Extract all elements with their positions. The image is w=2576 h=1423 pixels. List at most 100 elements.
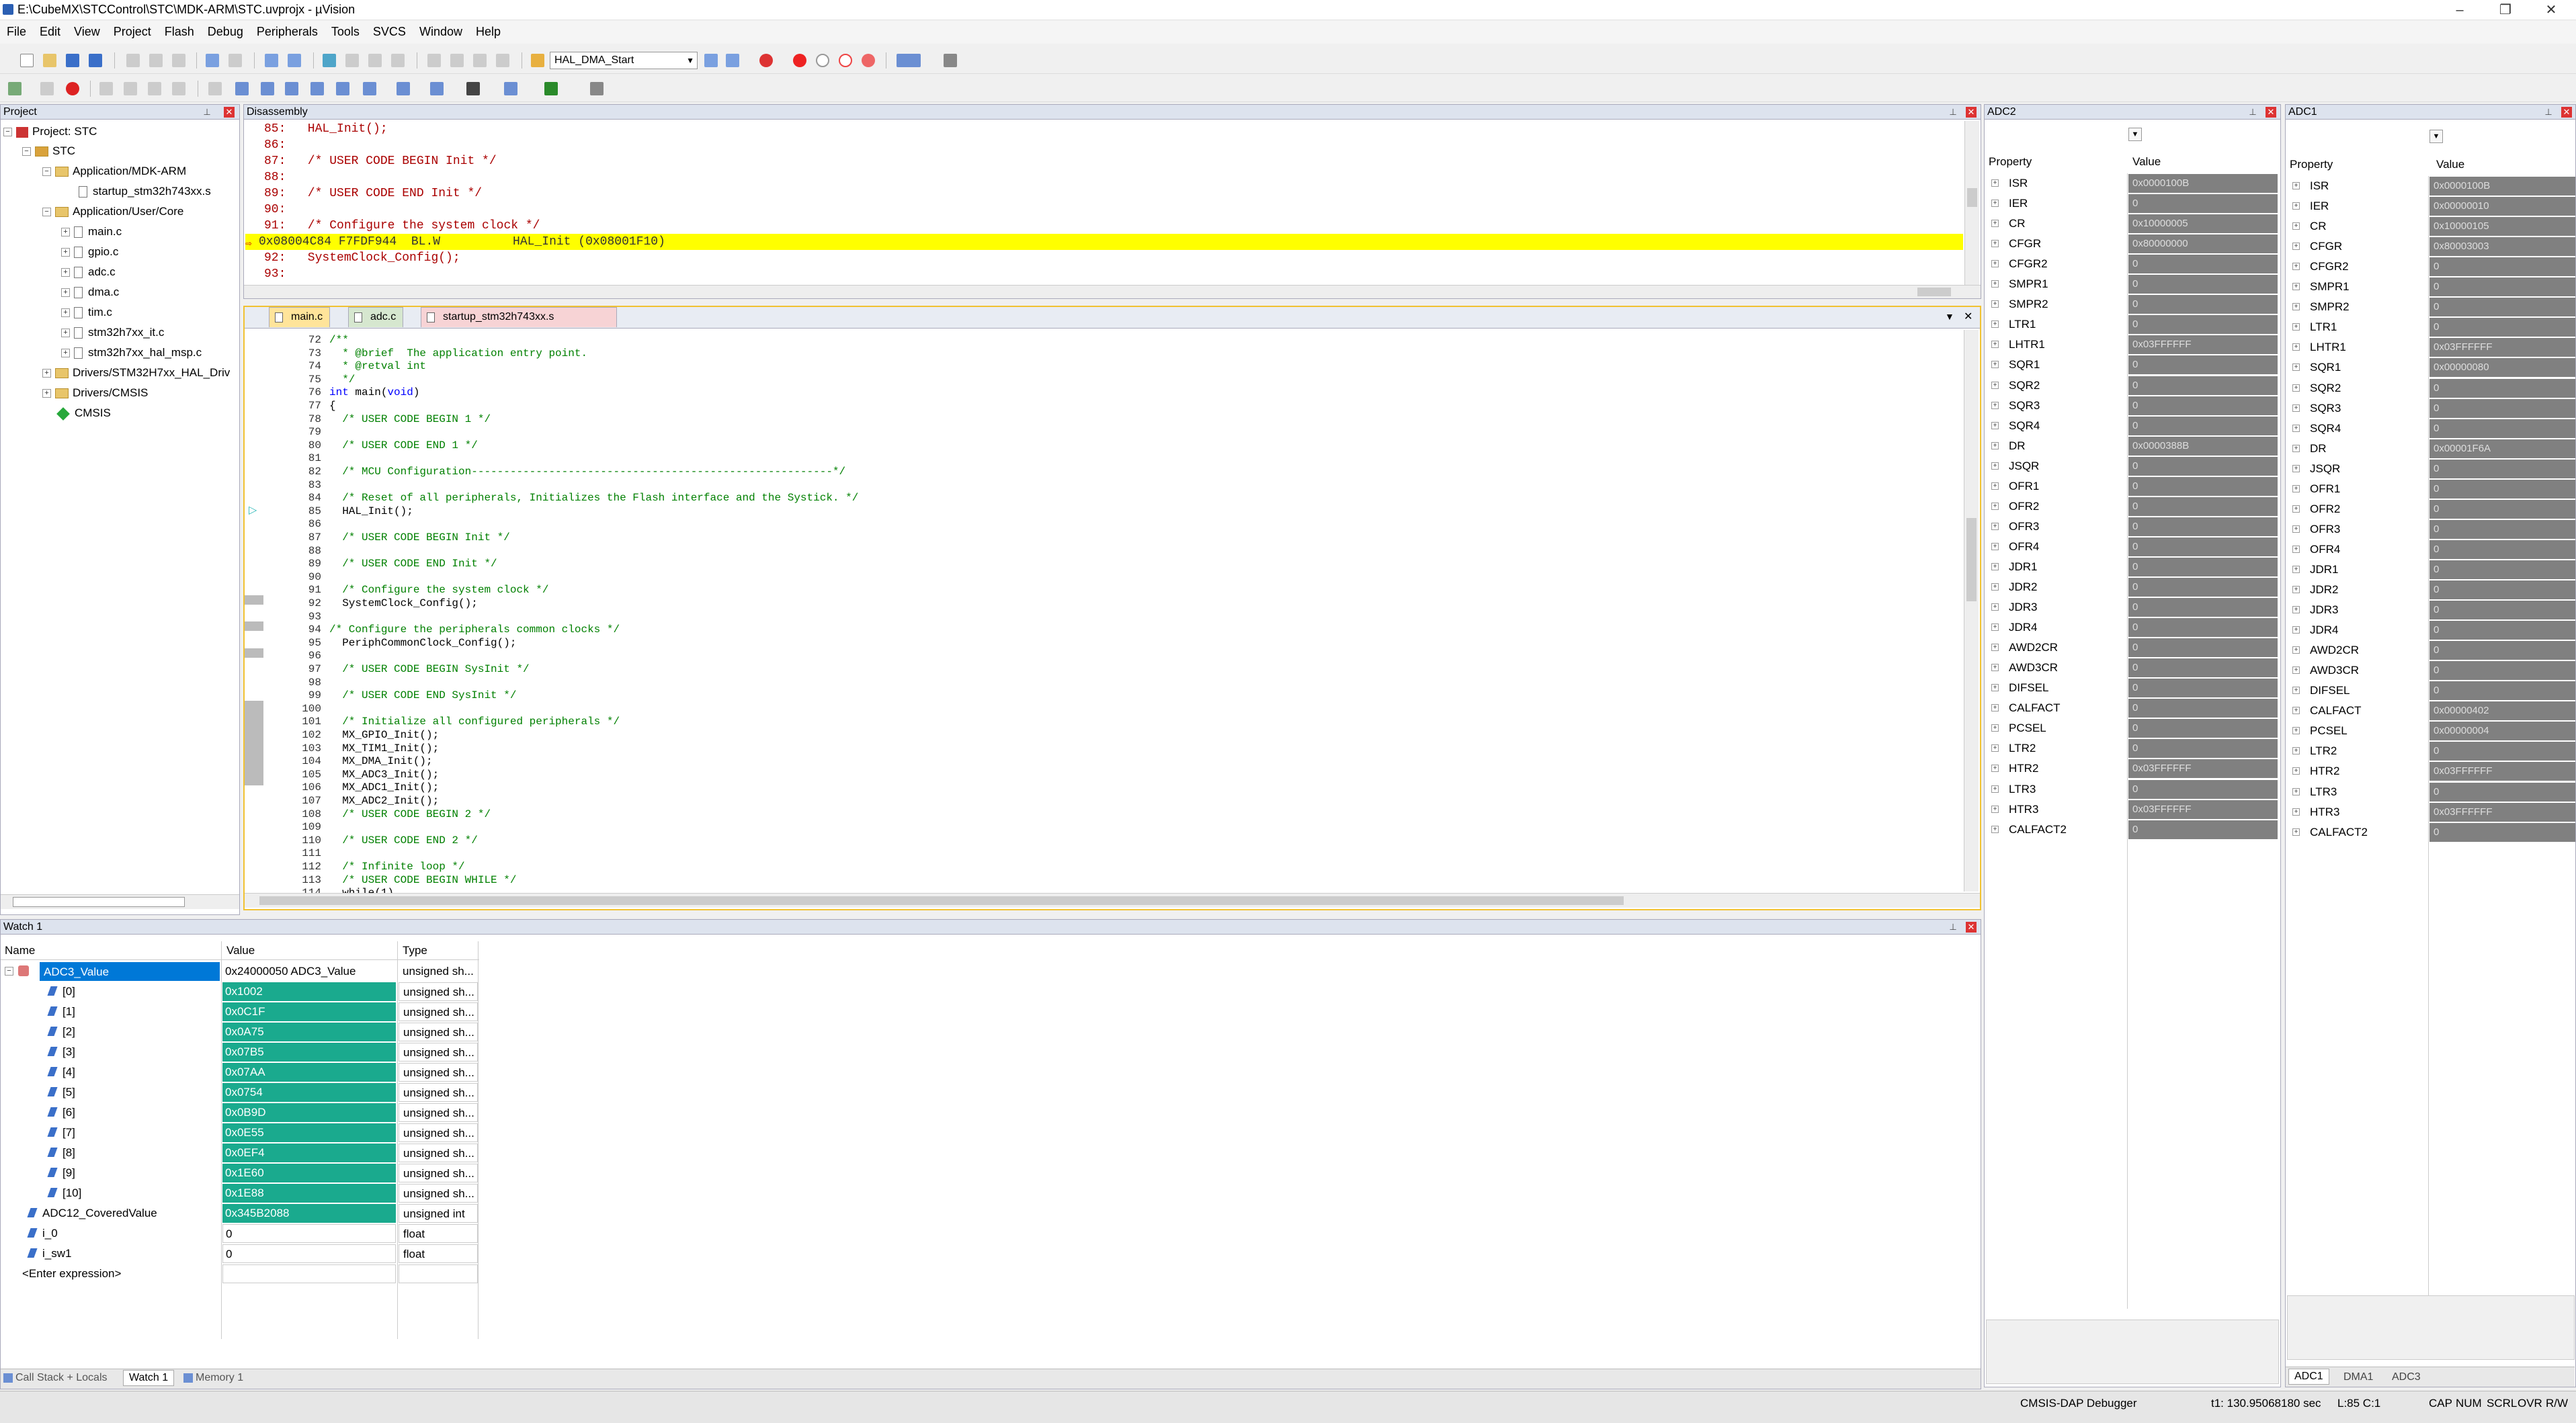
menu-debug[interactable]: Debug bbox=[201, 21, 250, 44]
register-row[interactable]: + JDR3 0 bbox=[1985, 597, 2280, 617]
pin-icon[interactable]: ⊥ bbox=[1948, 107, 1958, 118]
watch-variable[interactable]: ADC12_CoveredValue 0x345B2088 unsigned int bbox=[1, 1203, 479, 1223]
menu-help[interactable]: Help bbox=[469, 21, 507, 44]
project-hscrollbar[interactable] bbox=[1, 894, 239, 909]
register-value[interactable]: 0 bbox=[2128, 578, 2278, 597]
register-row[interactable]: + SMPR1 0 bbox=[1985, 274, 2280, 294]
toolbox-icon[interactable] bbox=[590, 82, 604, 95]
nav-back-icon[interactable] bbox=[265, 54, 278, 67]
register-row[interactable]: + JSQR 0 bbox=[2286, 459, 2575, 479]
configure-icon[interactable] bbox=[944, 54, 957, 67]
serial-window-icon[interactable] bbox=[430, 82, 444, 95]
tab-dma1[interactable]: DMA1 bbox=[2338, 1370, 2378, 1385]
find-in-files-icon[interactable] bbox=[531, 54, 544, 67]
register-row[interactable]: + CFGR2 0 bbox=[1985, 254, 2280, 274]
menu-edit[interactable]: Edit bbox=[33, 21, 67, 44]
watch-array-element[interactable]: [6] 0x0B9D unsigned sh... bbox=[1, 1103, 479, 1123]
watch-array-element[interactable]: [8] 0x0EF4 unsigned sh... bbox=[1, 1143, 479, 1163]
collapse-icon[interactable]: − bbox=[42, 208, 51, 217]
register-value[interactable]: 0 bbox=[2128, 679, 2278, 698]
editor-vscrollbar[interactable] bbox=[1964, 330, 1979, 892]
register-value[interactable]: 0 bbox=[2128, 739, 2278, 759]
bookmark-icon[interactable] bbox=[323, 54, 336, 67]
scroll-thumb[interactable] bbox=[1967, 188, 1977, 207]
tree-file-msp[interactable]: + stm32h7xx_hal_msp.c bbox=[61, 343, 202, 362]
tab-list-icon[interactable]: ▼ bbox=[1945, 311, 1954, 322]
menu-flash[interactable]: Flash bbox=[158, 21, 201, 44]
incremental-find-icon[interactable] bbox=[726, 54, 739, 67]
collapse-icon[interactable]: − bbox=[42, 167, 51, 177]
menu-project[interactable]: Project bbox=[107, 21, 158, 44]
watch-value[interactable]: 0x07AA bbox=[222, 1063, 396, 1082]
redo-icon[interactable] bbox=[228, 54, 242, 67]
register-row[interactable]: + LTR3 0 bbox=[2286, 782, 2575, 802]
expand-icon[interactable]: + bbox=[61, 288, 70, 298]
register-value[interactable]: 0 bbox=[2429, 601, 2575, 620]
close-icon[interactable]: ✕ bbox=[2561, 107, 2572, 118]
collapse-icon[interactable]: − bbox=[5, 967, 13, 976]
register-value[interactable]: 0 bbox=[2429, 419, 2575, 438]
register-row[interactable]: + SMPR1 0 bbox=[2286, 277, 2575, 297]
register-row[interactable]: + SQR2 0 bbox=[1985, 376, 2280, 396]
register-row[interactable]: + LHTR1 0x03FFFFFF bbox=[2286, 337, 2575, 357]
register-row[interactable]: + ISR 0x0000100B bbox=[1985, 173, 2280, 193]
watch-array-element[interactable]: [10] 0x1E88 unsigned sh... bbox=[1, 1183, 479, 1203]
register-row[interactable]: + OFR3 0 bbox=[1985, 517, 2280, 537]
register-value[interactable]: 0 bbox=[2128, 598, 2278, 617]
menu-tools[interactable]: Tools bbox=[325, 21, 366, 44]
watch-value[interactable]: 0x0B9D bbox=[222, 1103, 396, 1122]
register-row[interactable]: + CFGR2 0 bbox=[2286, 257, 2575, 277]
stop-icon[interactable] bbox=[66, 82, 79, 95]
watch-value[interactable]: 0 bbox=[222, 1224, 396, 1243]
register-value[interactable]: 0 bbox=[2429, 580, 2575, 599]
expand-icon[interactable]: + bbox=[61, 349, 70, 358]
register-value[interactable]: 0 bbox=[2429, 560, 2575, 579]
register-row[interactable]: + SQR3 0 bbox=[2286, 398, 2575, 419]
tree-group-mdk-arm[interactable]: − Application/MDK-ARM bbox=[42, 162, 186, 181]
register-row[interactable]: + LTR2 0 bbox=[2286, 741, 2575, 761]
register-value[interactable]: 0x10000105 bbox=[2429, 217, 2575, 236]
register-value[interactable]: 0x0000100B bbox=[2429, 177, 2575, 196]
register-value[interactable]: 0 bbox=[2128, 557, 2278, 576]
register-value[interactable]: 0x03FFFFFF bbox=[2128, 335, 2278, 355]
register-value[interactable]: 0x00000010 bbox=[2429, 197, 2575, 216]
debug-session-icon[interactable] bbox=[759, 54, 773, 67]
register-value[interactable]: 0x00000004 bbox=[2429, 722, 2575, 741]
register-row[interactable]: + LTR1 0 bbox=[1985, 314, 2280, 335]
expand-icon[interactable]: + bbox=[61, 228, 70, 237]
register-row[interactable]: + OFR1 0 bbox=[2286, 479, 2575, 499]
register-row[interactable]: + CR 0x10000105 bbox=[2286, 216, 2575, 236]
watch-array-element[interactable]: [3] 0x07B5 unsigned sh... bbox=[1, 1042, 479, 1062]
adc2-register-list[interactable]: + ISR 0x0000100B + IER 0 + CR 0x10000005 + CFGR 0x8… bbox=[1985, 173, 2280, 845]
register-value[interactable]: 0x03FFFFFF bbox=[2429, 802, 2575, 822]
register-row[interactable]: + OFR1 0 bbox=[1985, 476, 2280, 497]
register-row[interactable]: + LTR3 0 bbox=[1985, 779, 2280, 800]
close-icon[interactable]: ✕ bbox=[1966, 107, 1977, 118]
tree-group-hal-driver[interactable]: + Drivers/STM32H7xx_HAL_Driv bbox=[42, 363, 230, 382]
undo-icon[interactable] bbox=[206, 54, 219, 67]
register-row[interactable]: + JDR3 0 bbox=[2286, 600, 2575, 620]
tab-adc-c[interactable]: adc.c bbox=[348, 307, 404, 327]
watch-value[interactable]: 0x0A75 bbox=[222, 1023, 396, 1041]
watch-array-element[interactable]: [9] 0x1E60 unsigned sh... bbox=[1, 1163, 479, 1183]
watch-value[interactable]: 0x1002 bbox=[222, 982, 396, 1001]
register-value[interactable]: 0 bbox=[2429, 479, 2575, 499]
register-value[interactable]: 0 bbox=[2429, 298, 2575, 317]
tree-file-main[interactable]: + main.c bbox=[61, 222, 122, 241]
register-value[interactable]: 0 bbox=[2128, 194, 2278, 214]
register-row[interactable]: + OFR2 0 bbox=[1985, 497, 2280, 517]
register-row[interactable]: + SQR2 0 bbox=[2286, 378, 2575, 398]
scroll-thumb[interactable] bbox=[1966, 518, 1977, 601]
register-value[interactable]: 0 bbox=[2429, 742, 2575, 761]
register-value[interactable]: 0 bbox=[2128, 476, 2278, 496]
reset-cpu-icon[interactable] bbox=[8, 82, 22, 95]
expand-icon[interactable]: + bbox=[61, 329, 70, 338]
register-row[interactable]: + CFGR 0x80000000 bbox=[1985, 234, 2280, 254]
register-row[interactable]: + JDR4 0 bbox=[2286, 620, 2575, 640]
breakpoint-kill-all-icon[interactable] bbox=[862, 54, 875, 67]
tree-group-cmsis[interactable]: + Drivers/CMSIS bbox=[42, 384, 148, 402]
register-row[interactable]: + HTR2 0x03FFFFFF bbox=[2286, 761, 2575, 781]
tree-file-tim[interactable]: + tim.c bbox=[61, 303, 112, 322]
collapse-icon[interactable]: − bbox=[22, 147, 31, 157]
register-row[interactable]: + PCSEL 0 bbox=[1985, 718, 2280, 738]
